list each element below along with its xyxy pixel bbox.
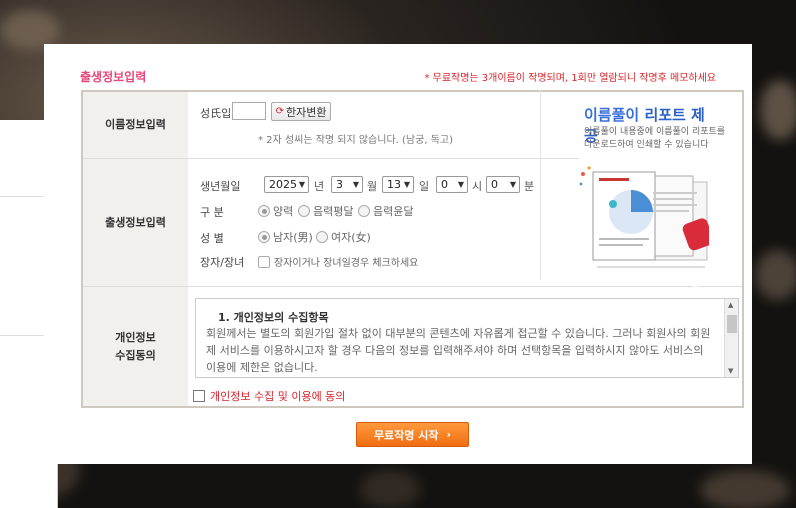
birth-info-dialog: 출생정보입력 * 무료작명는 3개이름이 작명되며, 1회만 열람되니 작명후 …	[44, 44, 752, 464]
radio-lunar-normal[interactable]: 음력평달	[298, 203, 353, 219]
section-label-birth: 출생정보입력	[83, 159, 188, 286]
eldest-label: 장자/장녀	[200, 256, 245, 269]
checkbox-box	[193, 390, 205, 402]
year-unit: 년	[314, 180, 325, 193]
radio-label: 음력평달	[313, 205, 354, 218]
chevron-down-icon: ▼	[403, 180, 410, 189]
radio-label: 음력윤달	[373, 205, 414, 218]
scroll-up-icon[interactable]: ▲	[728, 301, 733, 309]
scroll-down-icon[interactable]: ▼	[728, 367, 733, 375]
minute-unit: 분	[524, 180, 535, 193]
submit-label: 무료작명 시작	[373, 428, 439, 442]
radio-dot	[358, 205, 370, 217]
month-value: 3	[336, 178, 343, 191]
hanja-convert-button[interactable]: ⟳ 한자변환	[271, 102, 331, 121]
checkbox-label: 장자이거나 장녀일경우 체크하세요	[274, 258, 419, 269]
report-ad-panel[interactable]: 이름풀이 리포트 제공 이름풀이 내용중에 이름풀이 리포트를 다운로드하여 인…	[540, 90, 725, 295]
ad-description: 이름풀이 내용중에 이름풀이 리포트를 다운로드하여 인쇄할 수 있습니다	[584, 127, 726, 150]
row-divider	[83, 158, 579, 159]
minute-value: 0	[491, 178, 498, 191]
hour-value: 0	[441, 178, 448, 191]
chevron-down-icon: ▼	[457, 180, 464, 189]
surname-input[interactable]	[232, 102, 266, 120]
free-naming-notice: * 무료작명는 3개이름이 작명되며, 1회만 열람되니 작명후 메모하세요	[424, 73, 716, 84]
dialog-title: 출생정보입력	[80, 70, 147, 84]
report-preview-image	[579, 166, 709, 268]
radio-label: 여자(女)	[331, 231, 371, 244]
radio-dot	[258, 205, 270, 217]
privacy-agree-checkbox[interactable]: 개인정보 수집 및 이용에 동의	[193, 388, 345, 404]
privacy-label-line1: 개인정보	[115, 330, 156, 344]
year-select[interactable]: 2025 ▼	[264, 176, 309, 193]
day-unit: 일	[419, 180, 430, 193]
privacy-label-line2: 수집동의	[115, 348, 156, 362]
calendar-type-label: 구 분	[200, 206, 224, 219]
hour-select[interactable]: 0 ▼	[436, 176, 468, 193]
start-free-naming-button[interactable]: 무료작명 시작 ›	[356, 422, 469, 447]
radio-male[interactable]: 남자(男)	[258, 229, 313, 245]
terms-scrollbar[interactable]: ▲ ▼	[724, 299, 738, 377]
agree-label: 개인정보 수집 및 이용에 동의	[210, 390, 346, 403]
radio-female[interactable]: 여자(女)	[316, 229, 371, 245]
month-unit: 월	[367, 180, 378, 193]
section-label-name: 이름정보입력	[83, 92, 188, 158]
radio-label: 남자(男)	[273, 231, 313, 244]
chevron-down-icon: ▼	[298, 180, 305, 189]
chevron-right-icon: ›	[446, 428, 452, 441]
radio-lunar-leap[interactable]: 음력윤달	[358, 203, 413, 219]
radio-dot	[316, 231, 328, 243]
hanja-button-label: 한자변환	[285, 105, 327, 119]
chevron-down-icon: ▼	[352, 180, 359, 189]
month-select[interactable]: 3 ▼	[331, 176, 363, 193]
day-value: 13	[387, 178, 401, 191]
day-select[interactable]: 13 ▼	[382, 176, 414, 193]
radio-dot	[298, 205, 310, 217]
hour-unit: 시	[472, 180, 483, 193]
eldest-checkbox[interactable]: 장자이거나 장녀일경우 체크하세요	[258, 254, 418, 269]
checkbox-box	[258, 255, 270, 268]
radio-dot	[258, 231, 270, 243]
year-value: 2025	[269, 178, 297, 191]
chevron-down-icon: ▼	[509, 180, 516, 189]
scroll-thumb[interactable]	[727, 315, 737, 333]
convert-icon: ⟳	[275, 106, 284, 117]
radio-label: 양력	[273, 205, 294, 218]
gender-label: 성 별	[200, 232, 224, 245]
privacy-terms-box[interactable]: 1. 개인정보의 수집항목 회원께서는 별도의 회원가입 절차 없이 대부분의 …	[195, 298, 739, 378]
ad-title-prefix: 이름풀이	[584, 106, 640, 124]
minute-select[interactable]: 0 ▼	[486, 176, 520, 193]
birthdate-label: 생년월일	[200, 180, 241, 193]
radio-solar[interactable]: 양력	[258, 203, 293, 219]
surname-hint: * 2자 성씨는 작명 되지 않습니다. (남궁, 독고)	[258, 135, 453, 146]
row-divider	[83, 286, 742, 287]
section-label-privacy: 개인정보 수집동의	[83, 287, 188, 406]
terms-heading: 1. 개인정보의 수집항목	[218, 311, 329, 324]
terms-body: 회원께서는 별도의 회원가입 절차 없이 대부분의 콘텐츠에 자유롭게 접근할 …	[206, 327, 711, 374]
